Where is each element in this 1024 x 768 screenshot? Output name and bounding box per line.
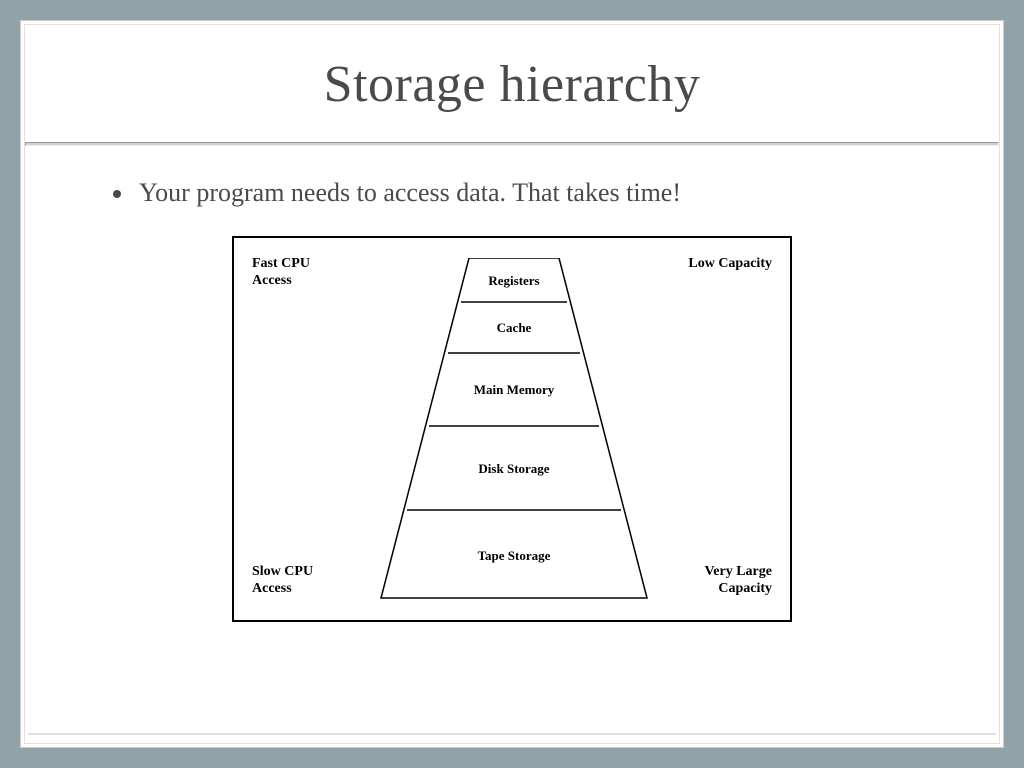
content-area: Your program needs to access data. That … [25,146,999,622]
slide-outer-frame: Storage hierarchy Your program needs to … [20,20,1004,748]
slide-inner-frame: Storage hierarchy Your program needs to … [24,24,1000,744]
corner-label-bottom-left: Slow CPUAccess [252,564,313,598]
bullet-item: Your program needs to access data. That … [135,178,939,208]
pyramid-level-tape-storage: Tape Storage [369,548,659,564]
pyramid-level-disk-storage: Disk Storage [369,461,659,477]
bullet-list: Your program needs to access data. That … [85,178,939,208]
pyramid-level-registers: Registers [369,273,659,289]
corner-label-bottom-right: Very LargeCapacity [704,564,772,598]
slide-title: Storage hierarchy [25,55,999,114]
footer-line [28,733,996,735]
corner-label-top-left: Fast CPUAccess [252,256,310,290]
title-block: Storage hierarchy [25,25,999,142]
pyramid-level-main-memory: Main Memory [369,382,659,398]
pyramid-level-cache: Cache [369,320,659,336]
corner-label-top-right: Low Capacity [688,256,772,273]
pyramid-shape: Registers Cache Main Memory Disk Storage… [369,258,659,608]
figure-container: Fast CPUAccess Low Capacity Slow CPUAcce… [85,236,939,622]
storage-hierarchy-figure: Fast CPUAccess Low Capacity Slow CPUAcce… [232,236,792,622]
